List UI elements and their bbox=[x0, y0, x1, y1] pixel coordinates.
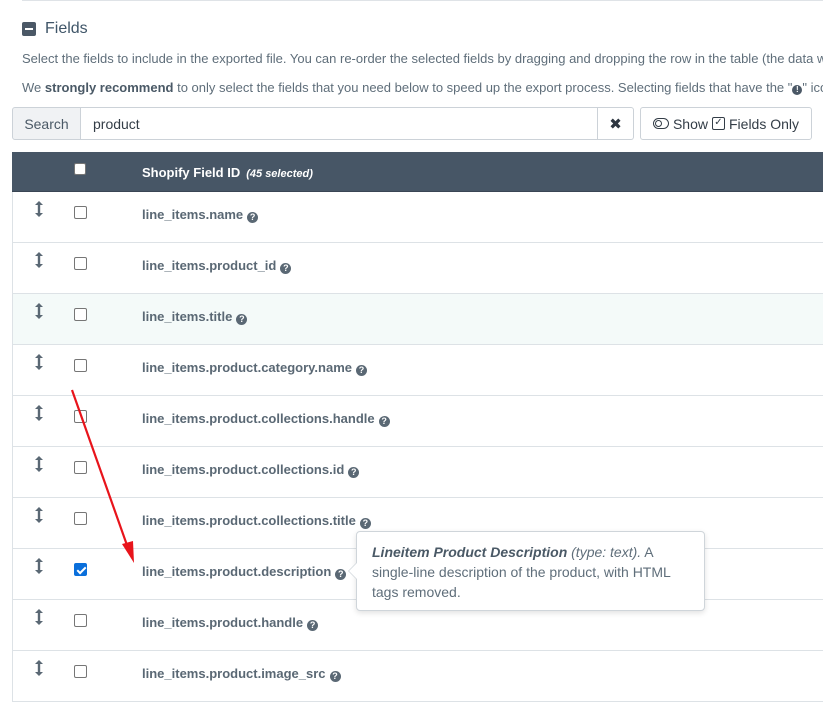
field-tooltip: Lineitem Product Description (type: text… bbox=[348, 531, 705, 611]
question-circle-icon[interactable]: ? bbox=[356, 365, 367, 376]
row-checkbox[interactable] bbox=[74, 563, 87, 576]
row-checkbox[interactable] bbox=[74, 461, 87, 474]
tooltip-type: (type: text). bbox=[571, 544, 642, 560]
selected-count: (45 selected) bbox=[246, 168, 313, 180]
times-icon: ✖ bbox=[609, 115, 622, 133]
column-header-field-id[interactable]: Shopify Field ID (45 selected) bbox=[142, 165, 313, 180]
question-circle-icon[interactable]: ? bbox=[335, 569, 347, 580]
table-row[interactable]: line_items.product.category.name? bbox=[12, 345, 823, 396]
drag-handle-icon[interactable] bbox=[35, 405, 43, 421]
tooltip-title: Lineitem Product Description bbox=[372, 544, 568, 560]
table-header: Shopify Field ID (45 selected) bbox=[12, 152, 823, 192]
field-id: line_items.title? bbox=[142, 309, 248, 325]
clear-search-button[interactable]: ✖ bbox=[598, 107, 634, 140]
drag-handle-icon[interactable] bbox=[35, 252, 43, 268]
question-circle-icon[interactable]: ? bbox=[236, 314, 248, 325]
fields-description: Select the fields to include in the expo… bbox=[22, 51, 823, 66]
field-id: line_items.product.category.name? bbox=[142, 360, 367, 376]
show-fields-only-toggle[interactable]: Show ✓ Fields Only bbox=[640, 107, 812, 140]
table-row[interactable]: line_items.title? bbox=[12, 294, 823, 345]
question-circle-icon[interactable]: ? bbox=[378, 416, 390, 427]
drag-handle-icon[interactable] bbox=[35, 558, 43, 574]
row-checkbox[interactable] bbox=[74, 359, 87, 372]
search-label: Search bbox=[12, 107, 81, 140]
fields-section-header[interactable]: Fields bbox=[22, 20, 88, 38]
drag-handle-icon[interactable] bbox=[35, 609, 43, 625]
question-circle-icon[interactable]: ? bbox=[247, 212, 259, 223]
search-bar: Search ✖ bbox=[12, 107, 634, 140]
drag-handle-icon[interactable] bbox=[35, 507, 43, 523]
question-circle-icon[interactable]: ? bbox=[307, 620, 319, 631]
table-row[interactable]: line_items.product.collections.handle? bbox=[12, 396, 823, 447]
table-row[interactable]: line_items.product.image_src? bbox=[12, 651, 823, 702]
table-row[interactable]: line_items.product_id? bbox=[12, 243, 823, 294]
row-checkbox[interactable] bbox=[74, 665, 87, 678]
row-checkbox[interactable] bbox=[74, 512, 87, 525]
field-id: line_items.product.image_src? bbox=[142, 666, 341, 682]
table-row[interactable]: line_items.product.collections.id? bbox=[12, 447, 823, 498]
field-id: line_items.product.collections.handle? bbox=[142, 411, 390, 427]
fields-table: Shopify Field ID (45 selected) line_items… bbox=[12, 152, 823, 702]
row-checkbox[interactable] bbox=[74, 410, 87, 423]
field-id: line_items.product.description? bbox=[142, 564, 347, 580]
recommendation-text: We strongly recommend to only select the… bbox=[22, 80, 823, 95]
exclamation-circle-icon: ! bbox=[792, 85, 803, 95]
question-circle-icon[interactable]: ? bbox=[359, 518, 371, 529]
table-body: line_items.name? line_items.product_id?li… bbox=[12, 192, 823, 702]
question-circle-icon[interactable]: ? bbox=[348, 467, 360, 478]
toggle-off-icon bbox=[652, 118, 669, 129]
field-id: line_items.name? bbox=[142, 207, 259, 223]
drag-handle-icon[interactable] bbox=[35, 303, 43, 319]
drag-handle-icon[interactable] bbox=[35, 201, 43, 217]
question-circle-icon[interactable]: ? bbox=[329, 671, 341, 682]
row-checkbox[interactable] bbox=[74, 308, 87, 321]
drag-handle-icon[interactable] bbox=[35, 660, 43, 676]
row-checkbox[interactable] bbox=[74, 257, 87, 270]
strong-recommend: strongly recommend bbox=[44, 80, 174, 95]
check-square-icon: ✓ bbox=[712, 117, 725, 130]
row-checkbox[interactable] bbox=[74, 206, 87, 219]
row-checkbox[interactable] bbox=[74, 614, 87, 627]
minus-square-icon[interactable] bbox=[22, 22, 36, 36]
section-title: Fields bbox=[45, 20, 88, 37]
drag-handle-icon[interactable] bbox=[35, 456, 43, 472]
table-row[interactable]: line_items.name? bbox=[12, 192, 823, 243]
drag-handle-icon[interactable] bbox=[35, 354, 43, 370]
field-id: line_items.product.collections.title? bbox=[142, 513, 371, 529]
search-input[interactable] bbox=[81, 107, 598, 140]
question-circle-icon[interactable]: ? bbox=[280, 263, 292, 274]
select-all-checkbox[interactable] bbox=[74, 163, 86, 175]
field-id: line_items.product.handle? bbox=[142, 615, 319, 631]
field-id: line_items.product_id? bbox=[142, 258, 292, 274]
top-divider bbox=[22, 0, 823, 1]
field-id: line_items.product.collections.id? bbox=[142, 462, 360, 478]
